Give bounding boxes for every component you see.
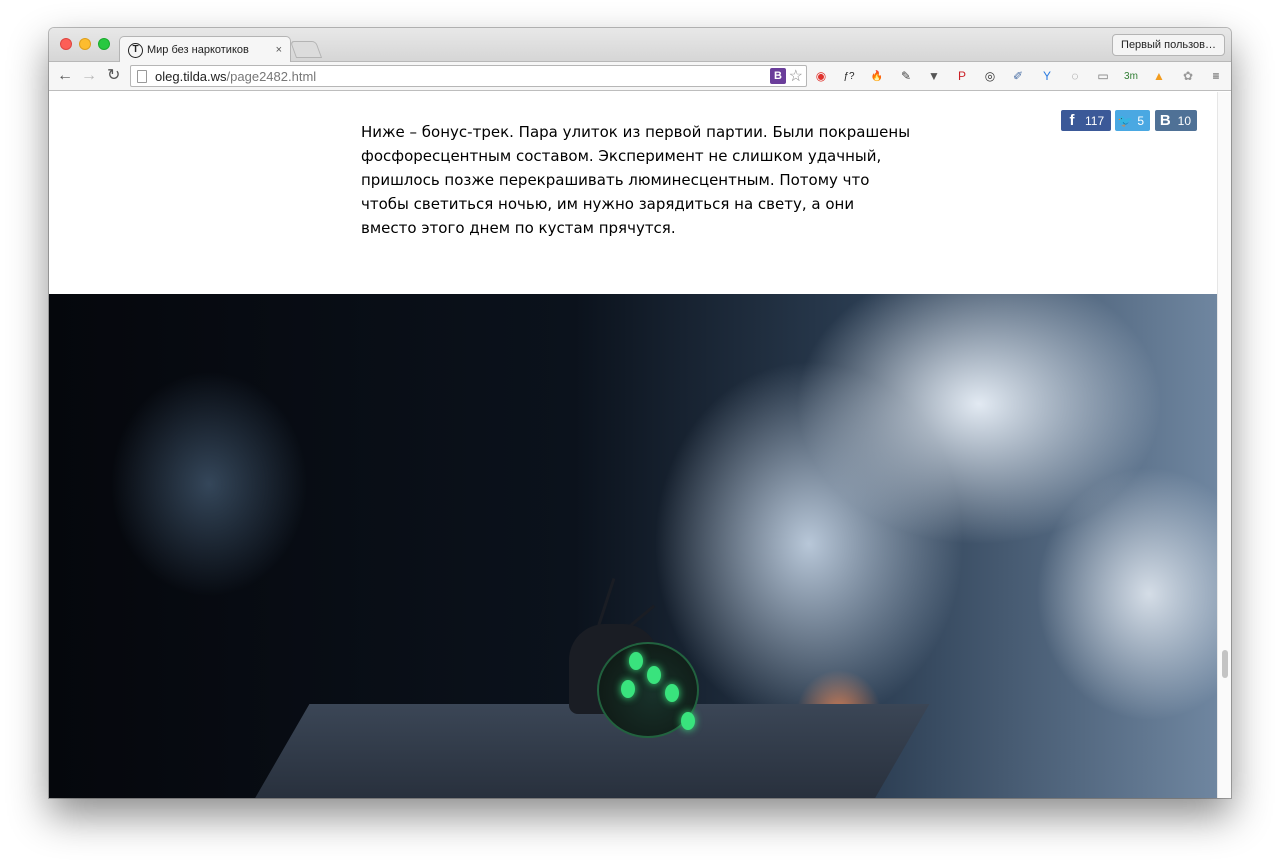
twitter-share-count: 5 [1137, 113, 1144, 128]
bootstrap-b-icon[interactable]: B [770, 68, 786, 84]
snail-antenna-left [597, 577, 616, 627]
new-tab-button[interactable] [289, 41, 323, 58]
vk-share-count: 10 [1177, 113, 1191, 128]
bookmark-star-icon[interactable]: ☆ [789, 66, 803, 86]
vertical-scrollbar[interactable] [1217, 92, 1231, 798]
lens-icon[interactable]: ◎ [982, 68, 998, 84]
tab-close-icon[interactable]: × [276, 44, 282, 56]
opera-o-icon[interactable]: ◉ [813, 68, 829, 84]
stone-ledge [228, 704, 930, 798]
glow-spot [647, 666, 661, 684]
browser-toolbar: ← → ↻ oleg.tilda.ws /page2482.html B ☆ ◉… [49, 62, 1231, 91]
flame-icon[interactable]: 🔥 [869, 68, 885, 84]
tab-title: Мир без наркотиков [147, 44, 249, 56]
page-content: Ниже – бонус-трек. Пара улиток из первой… [49, 92, 1217, 798]
reader-icon[interactable]: ▭ [1095, 68, 1111, 84]
twitter-bird-icon: 🐦 [1117, 113, 1133, 128]
snail-photo [49, 294, 1217, 798]
browser-window: T Мир без наркотиков × Первый пользов… ←… [49, 28, 1231, 798]
twitter-share-button[interactable]: 🐦 5 [1115, 110, 1150, 131]
pocket-icon[interactable]: ▼ [926, 68, 942, 84]
menu-icon[interactable]: ≡ [1208, 68, 1224, 84]
minimize-window-button[interactable] [79, 38, 91, 50]
forward-arrow-icon[interactable]: → [81, 67, 97, 85]
back-arrow-icon[interactable]: ← [57, 67, 73, 85]
glow-spot [621, 680, 635, 698]
profile-button[interactable]: Первый пользов… [1112, 34, 1225, 56]
page-icon [137, 69, 147, 83]
zoom-window-button[interactable] [98, 38, 110, 50]
glow-spot [629, 652, 643, 670]
url-host: oleg.tilda.ws [155, 68, 227, 84]
glow-spot [681, 712, 695, 730]
facebook-icon: f [1069, 112, 1075, 129]
facebook-share-button[interactable]: f 117 [1061, 110, 1111, 131]
pinterest-icon[interactable]: P [954, 68, 970, 84]
refresh-circle-icon[interactable]: ◌ [1067, 68, 1083, 84]
glow-spot [665, 684, 679, 702]
tilda-favicon-icon: T [128, 42, 143, 58]
scrollbar-thumb[interactable] [1222, 650, 1228, 678]
chart-icon[interactable]: ▲ [1151, 68, 1167, 84]
close-window-button[interactable] [60, 38, 72, 50]
f-question-icon[interactable]: ƒ? [841, 68, 857, 84]
facebook-share-count: 117 [1085, 113, 1105, 128]
article-paragraph: Ниже – бонус-трек. Пара улиток из первой… [361, 123, 911, 237]
glowing-snail-shell [597, 642, 699, 738]
tab-active[interactable]: T Мир без наркотиков × [119, 36, 291, 63]
address-bar[interactable]: oleg.tilda.ws /page2482.html B ☆ [130, 65, 807, 87]
vk-share-button[interactable]: B 10 [1155, 110, 1197, 131]
paw-icon[interactable]: ✿ [1180, 68, 1196, 84]
tab-strip: T Мир без наркотиков × Первый пользов… [49, 28, 1231, 63]
reload-icon[interactable]: ↻ [107, 67, 120, 85]
url-path: /page2482.html [226, 68, 317, 84]
evernote-icon[interactable]: ✎ [898, 68, 914, 84]
vk-icon: B [1159, 112, 1171, 129]
gmail-3m-icon[interactable]: 3m [1123, 68, 1139, 84]
yandex-y-icon[interactable]: Y [1039, 68, 1055, 84]
eyedropper-icon[interactable]: ✐ [1010, 68, 1026, 84]
